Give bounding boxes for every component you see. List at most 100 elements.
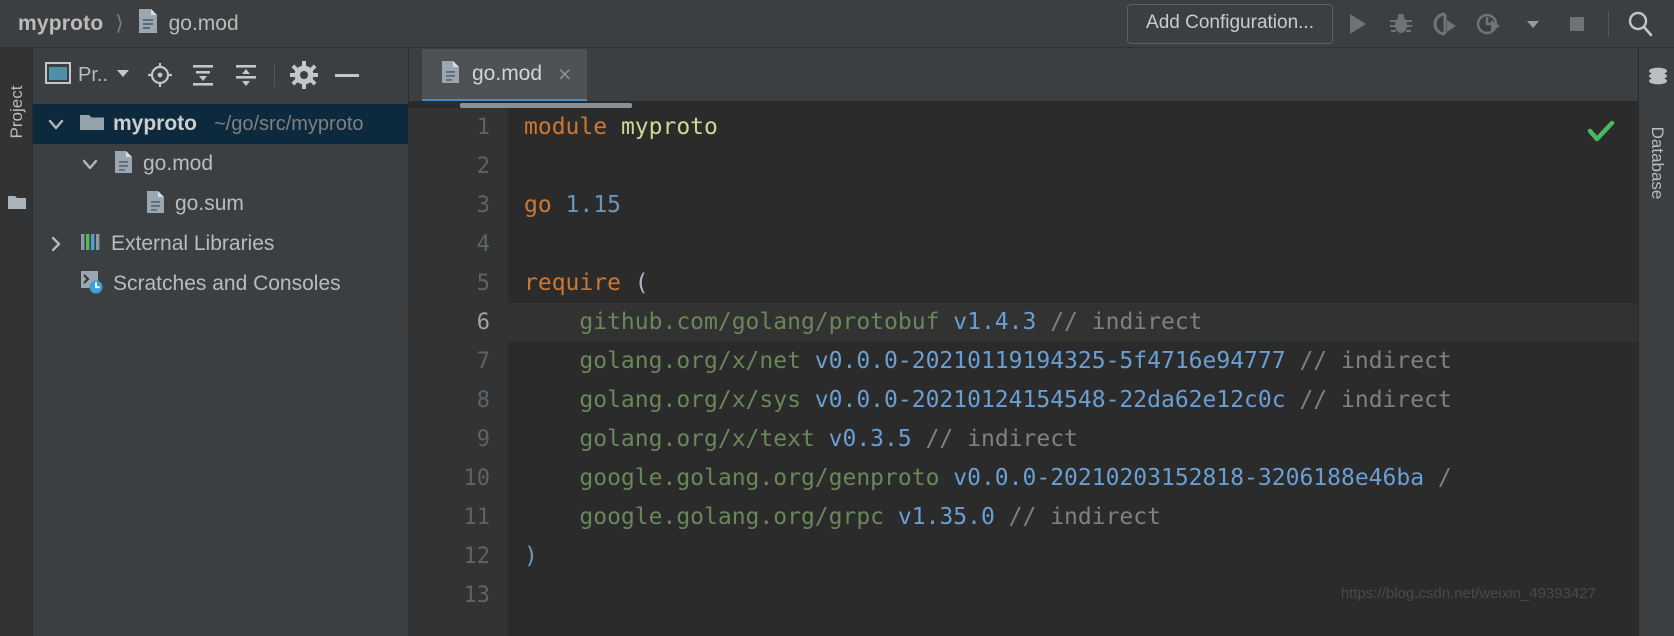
code-token: google.golang.org/grpc [524, 504, 898, 530]
stop-icon[interactable] [1557, 4, 1597, 44]
chevron-right-icon[interactable] [41, 236, 71, 252]
code-line-text: require ( [524, 264, 649, 303]
chevron-down-icon[interactable] [41, 116, 71, 132]
editor-tab-bar: go.mod × [408, 48, 1638, 102]
close-icon[interactable]: × [552, 62, 571, 86]
database-icon[interactable] [1647, 66, 1669, 93]
code-token: github.com/golang/protobuf [524, 309, 954, 335]
tree-node-scratches-and-consoles[interactable]: Scratches and Consoles [33, 264, 408, 304]
chevron-down-icon[interactable] [75, 156, 105, 172]
tab-go-mod[interactable]: go.mod × [422, 49, 588, 101]
breadcrumb: myproto ⟩ go.mod [0, 7, 239, 40]
code-line-text: golang.org/x/net v0.0.0-20210119194325-5… [524, 342, 1452, 381]
rail-item-project[interactable]: Project [7, 76, 27, 148]
line-number: 13 [463, 583, 491, 608]
file-icon [440, 59, 462, 90]
code-token: v1.35.0 [897, 504, 995, 530]
code-token: ( [634, 270, 649, 296]
project-view-icon [45, 61, 71, 89]
profile-icon[interactable] [1469, 4, 1509, 44]
debug-icon[interactable] [1381, 4, 1421, 44]
code-line-text: golang.org/x/text v0.3.5 // indirect [524, 420, 1078, 459]
code-token: google.golang.org/genproto [524, 465, 954, 491]
code-token: ) [524, 543, 538, 569]
code-editor[interactable]: 1 module myproto 2 3 go 1.15 4 5 require (6 git… [408, 102, 1638, 636]
tree-node-myproto[interactable]: myproto ~/go/src/myproto [33, 104, 408, 144]
line-number: 2 [476, 154, 490, 179]
collapse-all-icon[interactable] [225, 55, 266, 96]
code-line[interactable]: 1 module myproto [408, 108, 1638, 147]
line-number: 8 [476, 388, 490, 413]
code-token: v1.4.3 [953, 309, 1037, 335]
search-icon[interactable] [1620, 4, 1660, 44]
locate-icon[interactable] [139, 55, 180, 96]
code-line[interactable]: 11 google.golang.org/grpc v1.35.0 // ind… [408, 498, 1638, 537]
code-token: v0.3.5 [828, 426, 912, 452]
main-toolbar: myproto ⟩ go.mod Add Configuration... [0, 0, 1674, 48]
line-number: 3 [476, 193, 490, 218]
libraries-icon [79, 231, 103, 258]
code-line-text: go 1.15 [524, 186, 621, 225]
tree-node-go-mod[interactable]: go.mod [33, 144, 408, 184]
code-line[interactable]: 6 github.com/golang/protobuf v1.4.3 // i… [408, 303, 1638, 342]
expand-all-icon[interactable] [182, 55, 223, 96]
code-token: golang.org/x/text [524, 426, 829, 452]
line-number: 11 [463, 505, 491, 530]
hide-panel-icon[interactable] [326, 55, 367, 96]
project-view-selector[interactable]: Pr.. [45, 61, 137, 89]
tab-label: go.mod [472, 62, 543, 85]
add-configuration-button[interactable]: Add Configuration... [1127, 3, 1333, 44]
run-with-coverage-icon[interactable] [1425, 4, 1465, 44]
code-line[interactable]: 7 golang.org/x/net v0.0.0-20210119194325… [408, 342, 1638, 381]
chevron-down-icon[interactable] [1513, 4, 1553, 44]
code-line[interactable]: 4 [408, 225, 1638, 264]
file-icon [113, 149, 135, 180]
settings-gear-icon[interactable] [283, 55, 324, 96]
code-line[interactable]: 2 [408, 147, 1638, 186]
chevron-down-icon[interactable] [115, 66, 131, 85]
project-tree: myproto ~/go/src/myproto go.mod go.sum E… [33, 102, 408, 304]
line-number: 1 [476, 115, 490, 140]
panel-divider [274, 63, 276, 87]
folder-icon [79, 111, 105, 138]
editor-area: go.mod × 1 module myproto 2 3 go 1.15 4 5 requi… [408, 48, 1638, 636]
code-token: // indirect [911, 426, 1078, 452]
code-token: golang.org/x/sys [524, 387, 815, 413]
code-line-text: google.golang.org/genproto v0.0.0-202102… [524, 459, 1451, 498]
code-line[interactable]: 10 google.golang.org/genproto v0.0.0-202… [408, 459, 1638, 498]
code-content[interactable]: 1 module myproto 2 3 go 1.15 4 5 require (6 git… [408, 108, 1638, 636]
watermark: https://blog.csdn.net/weixin_49393427 [1340, 585, 1596, 602]
code-line[interactable]: 5 require ( [408, 264, 1638, 303]
tree-node-path: ~/go/src/myproto [214, 112, 364, 135]
code-token: // indirect [1285, 348, 1452, 374]
code-line-text: google.golang.org/grpc v1.35.0 // indire… [524, 498, 1161, 537]
inspection-ok-checkmark[interactable] [1586, 118, 1616, 149]
code-line-text: ) [524, 537, 538, 576]
breadcrumb-file[interactable]: go.mod [169, 12, 239, 36]
code-token: v0.0.0-20210203152818-3206188e46ba [953, 465, 1425, 491]
code-token: myproto [620, 114, 718, 140]
code-token: // indirect [1285, 387, 1452, 413]
breadcrumb-project[interactable]: myproto [18, 12, 103, 36]
file-icon [136, 7, 160, 40]
tree-node-external-libraries[interactable]: External Libraries [33, 224, 408, 264]
code-line-text: golang.org/x/sys v0.0.0-20210124154548-2… [524, 381, 1452, 420]
folder-icon[interactable] [7, 193, 27, 216]
code-line-text: module myproto [524, 108, 718, 147]
code-token: 1.15 [565, 192, 621, 218]
project-panel-title: Pr.. [78, 63, 109, 86]
code-line[interactable]: 8 golang.org/x/sys v0.0.0-20210124154548… [408, 381, 1638, 420]
code-token: go [524, 192, 566, 218]
tree-node-go-sum[interactable]: go.sum [33, 184, 408, 224]
code-token: require [524, 270, 635, 296]
code-line[interactable]: 9 golang.org/x/text v0.3.5 // indirect [408, 420, 1638, 459]
code-line[interactable]: 12) [408, 537, 1638, 576]
left-tool-rail: Project [0, 48, 33, 636]
code-token: module [524, 114, 621, 140]
rail-item-database[interactable]: Database [1647, 120, 1667, 206]
run-icon[interactable] [1337, 4, 1377, 44]
code-line-text: github.com/golang/protobuf v1.4.3 // ind… [524, 303, 1202, 342]
line-number: 5 [476, 271, 490, 296]
code-line[interactable]: 3 go 1.15 [408, 186, 1638, 225]
project-panel-toolbar: Pr.. [33, 48, 408, 102]
